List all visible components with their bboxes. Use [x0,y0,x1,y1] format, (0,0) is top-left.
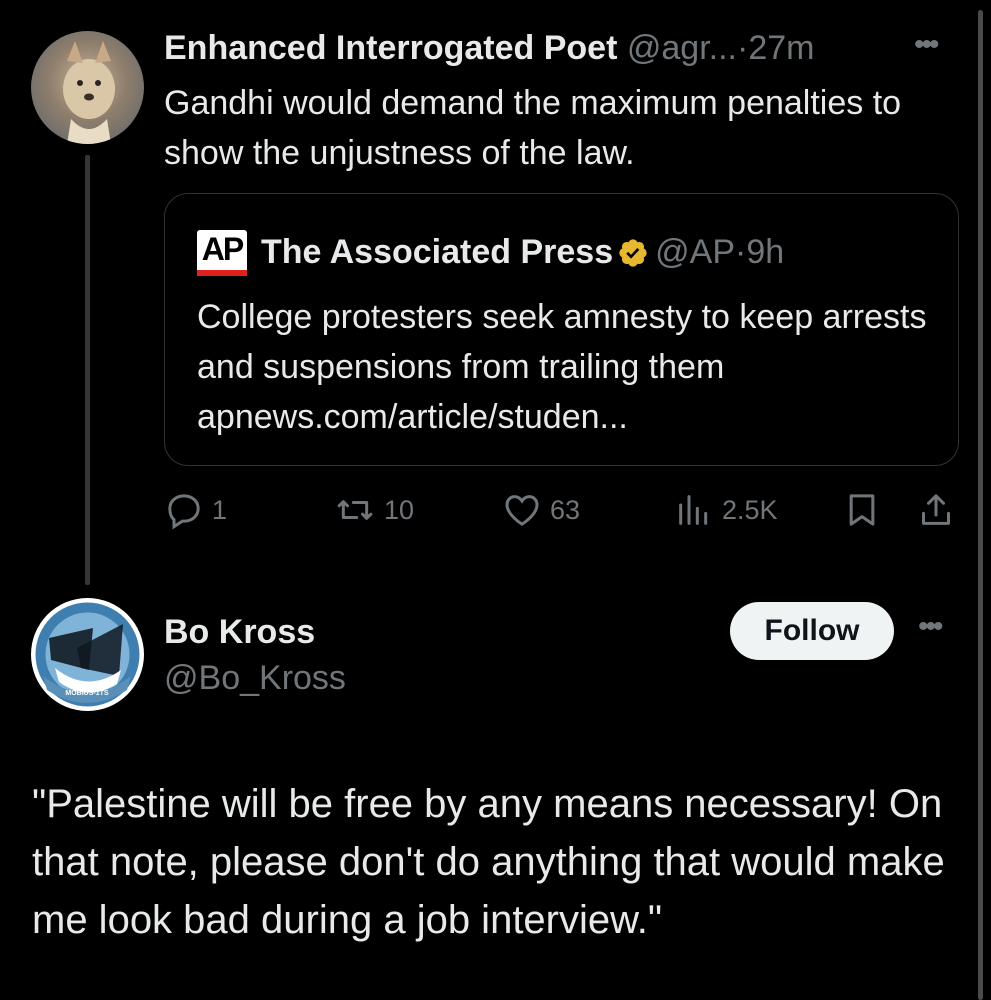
avatar[interactable] [31,31,144,144]
heart-icon [505,495,539,526]
tweet-text: Gandhi would demand the maximum penaltie… [164,84,902,172]
like-count: 63 [550,494,581,525]
tweet-actions: 1 10 63 2.5K [164,490,964,534]
thread-line [85,155,90,585]
repost-count: 10 [384,494,415,525]
reply-icon [168,494,200,530]
quoted-author-name: The Associated Press [261,233,614,271]
reply-count: 1 [212,494,228,525]
svg-text:MOBIUS-1TS: MOBIUS-1TS [65,690,109,697]
avatar[interactable]: MOBIUS-1TS [31,598,144,711]
like-button[interactable]: 63 [502,490,580,530]
ellipsis-icon[interactable]: ••• [918,610,943,644]
quoted-tweet-text: College protesters seek amnesty to keep … [197,292,947,442]
separator: · [736,29,749,67]
squadron-emblem-image: MOBIUS-1TS [35,602,140,707]
reply-button[interactable]: 1 [164,490,227,530]
view-count: 2.5K [722,494,778,525]
share-button[interactable] [916,490,956,530]
avatar-animal-image [63,41,115,144]
quoted-author-handle: @AP [655,233,735,271]
quoted-headline: College protesters seek amnesty to keep … [197,298,927,386]
bookmark-button[interactable] [842,490,882,530]
repost-icon [337,500,373,520]
ellipsis-icon[interactable]: ••• [914,28,939,62]
scrollbar[interactable] [978,10,983,1000]
follow-button[interactable]: Follow [730,602,894,660]
views-icon [679,495,708,525]
quoted-link[interactable]: apnews.com/article/studen... [197,392,947,442]
author-name[interactable]: Bo Kross [164,610,315,654]
quoted-tweet-header: The Associated Press @AP·9h [261,230,784,280]
separator: · [735,233,747,271]
ap-logo: AP [197,230,247,276]
tweet-text: "Palestine will be free by any means nec… [32,782,945,942]
quoted-tweet[interactable]: AP The Associated Press @AP·9h College pr… [164,193,959,466]
ap-logo-text: AP [201,231,244,267]
bookmark-icon [849,494,875,526]
quoted-timestamp: 9h [746,233,785,271]
share-icon [922,494,950,525]
author-handle[interactable]: @Bo_Kross [164,656,346,700]
verified-badge-icon [617,236,649,280]
repost-button[interactable]: 10 [334,490,414,530]
tweet-header: Enhanced Interrogated Poet @agr...·27m [164,28,814,68]
views-button[interactable]: 2.5K [674,490,778,530]
timestamp[interactable]: 27m [748,29,814,67]
author-handle[interactable]: @agr... [627,29,737,67]
author-name[interactable]: Enhanced Interrogated Poet [164,29,617,67]
